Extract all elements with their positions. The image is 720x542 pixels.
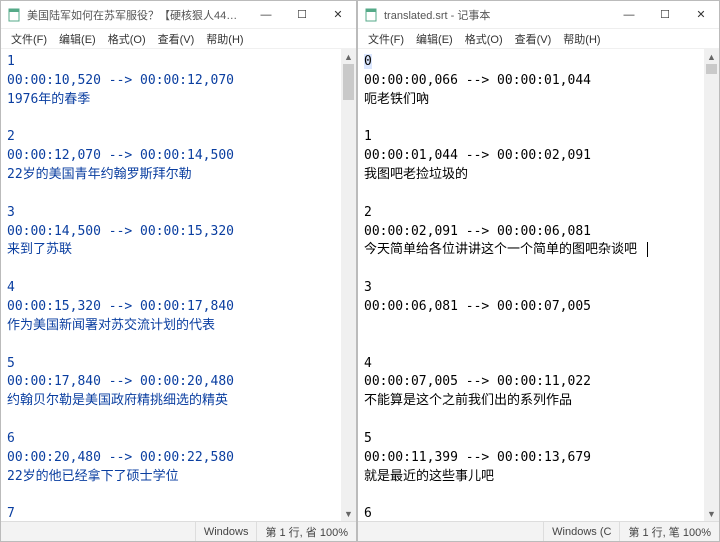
text-area[interactable]: 1 00:00:10,520 --> 00:00:12,070 1976年的春季…: [1, 49, 356, 521]
titlebar[interactable]: 美国陆军如何在苏军服役？【硬核狠人44】_哔哩哔... — ☐ ✕: [1, 1, 356, 29]
statusbar: Windows 第 1 行, 省 100%: [1, 521, 356, 541]
menubar: 文件(F) 编辑(E) 格式(O) 查看(V) 帮助(H): [1, 29, 356, 49]
statusbar: Windows (C 第 1 行, 笔 100%: [358, 521, 719, 541]
srt-body: 1 00:00:10,520 --> 00:00:12,070 1976年的春季…: [7, 54, 234, 521]
menu-file[interactable]: 文件(F): [362, 31, 410, 47]
srt-first-char: 0: [364, 54, 372, 69]
menu-edit[interactable]: 编辑(E): [53, 31, 102, 47]
scroll-thumb[interactable]: [706, 64, 717, 74]
menu-file[interactable]: 文件(F): [5, 31, 53, 47]
window-title: 美国陆军如何在苏军服役？【硬核狠人44】_哔哩哔...: [27, 7, 248, 23]
menu-view[interactable]: 查看(V): [152, 31, 201, 47]
notepad-icon: [364, 8, 378, 22]
vertical-scrollbar[interactable]: ▲ ▼: [704, 49, 719, 521]
menu-view[interactable]: 查看(V): [509, 31, 558, 47]
window-controls: — ☐ ✕: [611, 1, 719, 29]
vertical-scrollbar[interactable]: ▲ ▼: [341, 49, 356, 521]
status-position: 第 1 行, 笔 100%: [619, 522, 719, 541]
menubar: 文件(F) 编辑(E) 格式(O) 查看(V) 帮助(H): [358, 29, 719, 49]
menu-edit[interactable]: 编辑(E): [410, 31, 459, 47]
status-position: 第 1 行, 省 100%: [256, 522, 356, 541]
titlebar[interactable]: translated.srt - 记事本 — ☐ ✕: [358, 1, 719, 29]
scroll-down-icon[interactable]: ▼: [341, 506, 356, 521]
status-encoding: Windows (C: [543, 522, 619, 541]
window-controls: — ☐ ✕: [248, 1, 356, 29]
minimize-button[interactable]: —: [611, 1, 647, 29]
menu-help[interactable]: 帮助(H): [200, 31, 249, 47]
scroll-up-icon[interactable]: ▲: [704, 49, 719, 64]
minimize-button[interactable]: —: [248, 1, 284, 29]
scroll-thumb[interactable]: [343, 64, 354, 100]
notepad-window-left: 美国陆军如何在苏军服役？【硬核狠人44】_哔哩哔... — ☐ ✕ 文件(F) …: [0, 0, 357, 542]
menu-format[interactable]: 格式(O): [459, 31, 509, 47]
text-area[interactable]: 0 00:00:00,066 --> 00:00:01,044 呃老铁们吶 1 …: [358, 49, 719, 521]
menu-format[interactable]: 格式(O): [102, 31, 152, 47]
maximize-button[interactable]: ☐: [647, 1, 683, 29]
status-encoding: Windows: [195, 522, 257, 541]
close-button[interactable]: ✕: [320, 1, 356, 29]
scroll-up-icon[interactable]: ▲: [341, 49, 356, 64]
notepad-window-right: translated.srt - 记事本 — ☐ ✕ 文件(F) 编辑(E) 格…: [357, 0, 720, 542]
window-title: translated.srt - 记事本: [384, 7, 611, 23]
text-caret: [647, 242, 648, 257]
desktop: 美国陆军如何在苏军服役？【硬核狠人44】_哔哩哔... — ☐ ✕ 文件(F) …: [0, 0, 720, 542]
srt-body-2: 3 00:00:06,081 --> 00:00:07,005 4 00:00:…: [364, 280, 710, 521]
srt-body-1: 00:00:00,066 --> 00:00:01,044 呃老铁们吶 1 00…: [364, 73, 637, 258]
scroll-down-icon[interactable]: ▼: [704, 506, 719, 521]
notepad-icon: [7, 8, 21, 22]
maximize-button[interactable]: ☐: [284, 1, 320, 29]
close-button[interactable]: ✕: [683, 1, 719, 29]
menu-help[interactable]: 帮助(H): [557, 31, 606, 47]
